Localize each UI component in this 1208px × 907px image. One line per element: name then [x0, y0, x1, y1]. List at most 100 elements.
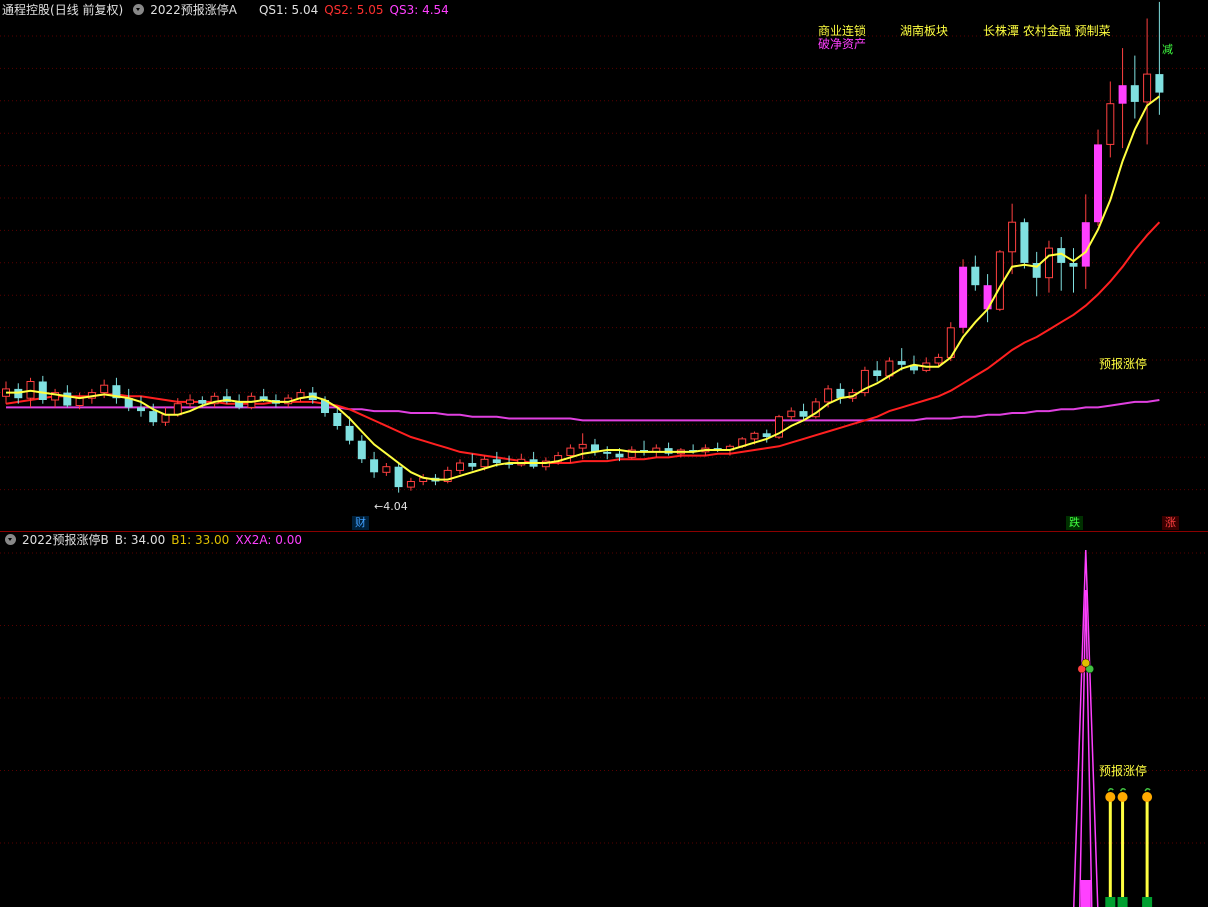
candle-body: [1008, 221, 1017, 253]
candle-body: [1106, 103, 1115, 145]
candle-body: [971, 266, 980, 286]
candle-body: [787, 410, 796, 418]
candle-body: [38, 381, 47, 400]
candle: [873, 361, 882, 382]
candle-body: [161, 414, 170, 423]
sub-indicator-name[interactable]: 2022预报涨停B: [22, 533, 109, 547]
low-price-label: ←4.04: [374, 500, 408, 513]
candle-body: [615, 453, 624, 458]
period-info[interactable]: (日线 前复权): [50, 3, 123, 17]
candle: [382, 463, 391, 476]
dropdown-icon[interactable]: [133, 4, 145, 15]
signal-fruit: [1117, 792, 1128, 802]
concept-tag: 湖南板块: [900, 24, 949, 38]
candle: [517, 453, 526, 467]
candle-body: [934, 356, 943, 364]
candle: [1020, 218, 1029, 269]
candle: [1008, 203, 1017, 275]
candle: [468, 453, 477, 471]
candle-body: [75, 397, 84, 407]
candle-body: [762, 433, 771, 437]
signal-label-sub: 预报涨停: [1099, 764, 1148, 778]
qs3-value: QS3: 4.54: [389, 3, 449, 17]
candle-body: [1155, 74, 1164, 93]
candle-body: [1118, 85, 1127, 104]
candle: [1118, 48, 1127, 149]
candlestick-series[interactable]: [2, 1, 1164, 493]
candle: [1094, 129, 1102, 226]
candle-body: [456, 462, 464, 471]
candle-body: [186, 399, 194, 405]
candle: [26, 377, 35, 408]
candle: [161, 407, 170, 426]
candle-body: [394, 466, 403, 488]
candle: [370, 451, 379, 478]
candle-body: [137, 407, 145, 412]
xx2a-value: XX2A: 0.00: [235, 533, 302, 547]
candle-body: [959, 266, 968, 328]
candle-body: [578, 443, 587, 449]
signal-base: [1105, 897, 1116, 907]
sub-legend: 2022预报涨停B B: 34.00 B1: 33.00 XX2A: 0.00: [2, 532, 308, 548]
candle: [787, 407, 796, 421]
candle: [51, 388, 60, 408]
candle: [443, 466, 452, 484]
signal-fruit: [1142, 792, 1153, 802]
candle-body: [1045, 247, 1053, 279]
candle-body: [1143, 73, 1152, 103]
low-price-value: 4.04: [383, 500, 408, 513]
signal-leaf: [1107, 787, 1114, 792]
candle: [357, 435, 366, 463]
dropdown-icon[interactable]: [5, 534, 16, 545]
b1-value: B1: 33.00: [171, 533, 230, 547]
candle: [860, 366, 869, 397]
candle-body: [566, 447, 575, 457]
candle: [971, 255, 980, 291]
candle-body: [468, 463, 477, 467]
candle-body: [603, 451, 612, 454]
candle: [1045, 240, 1053, 293]
fall-marker[interactable]: 跌: [1066, 516, 1083, 530]
candle-body: [1081, 222, 1090, 267]
candle-body: [897, 361, 906, 365]
signal-leaf: [1119, 787, 1127, 792]
candle: [210, 392, 219, 408]
candle: [38, 375, 47, 404]
candle-body: [873, 370, 882, 376]
candle: [959, 259, 968, 334]
candle: [406, 477, 415, 491]
candle: [1032, 251, 1041, 297]
rise-marker[interactable]: 涨: [1162, 516, 1179, 530]
candle-body: [995, 251, 1004, 310]
candle-body: [357, 440, 366, 460]
concept-tag: 长株潭 农村金融 预制菜: [983, 24, 1111, 38]
candle-body: [406, 481, 415, 488]
candle: [296, 388, 305, 402]
finance-marker[interactable]: 财: [352, 516, 369, 530]
spike-bar: [1080, 880, 1091, 907]
candle: [983, 274, 992, 323]
qs2-value: QS2: 5.05: [324, 3, 384, 17]
candle-body: [333, 413, 342, 426]
candle-body: [149, 411, 158, 423]
signal-label-main: 预报涨停: [1099, 357, 1148, 371]
candle-body: [100, 384, 109, 394]
main-legend: 通程控股(日线 前复权) 2022预报涨停A QS1: 5.04 QS2: 5.05 Q…: [2, 2, 455, 18]
candle-body: [1094, 144, 1102, 223]
main-indicator-name[interactable]: 2022预报涨停A: [150, 3, 237, 17]
b-value: B: 34.00: [114, 533, 166, 547]
candle: [640, 440, 648, 456]
candle: [1069, 248, 1078, 293]
candle: [1106, 81, 1115, 158]
chart-canvas[interactable]: [0, 0, 1208, 907]
candle: [529, 451, 538, 469]
candle: [566, 444, 575, 463]
candle: [112, 377, 121, 404]
candle: [456, 459, 464, 475]
candle-body: [492, 459, 501, 463]
candle: [1081, 194, 1090, 289]
candle: [1143, 18, 1152, 145]
signal-fruit: [1105, 792, 1116, 802]
stock-name[interactable]: 通程控股: [2, 3, 50, 17]
reduce-marker[interactable]: 减: [1159, 43, 1176, 57]
